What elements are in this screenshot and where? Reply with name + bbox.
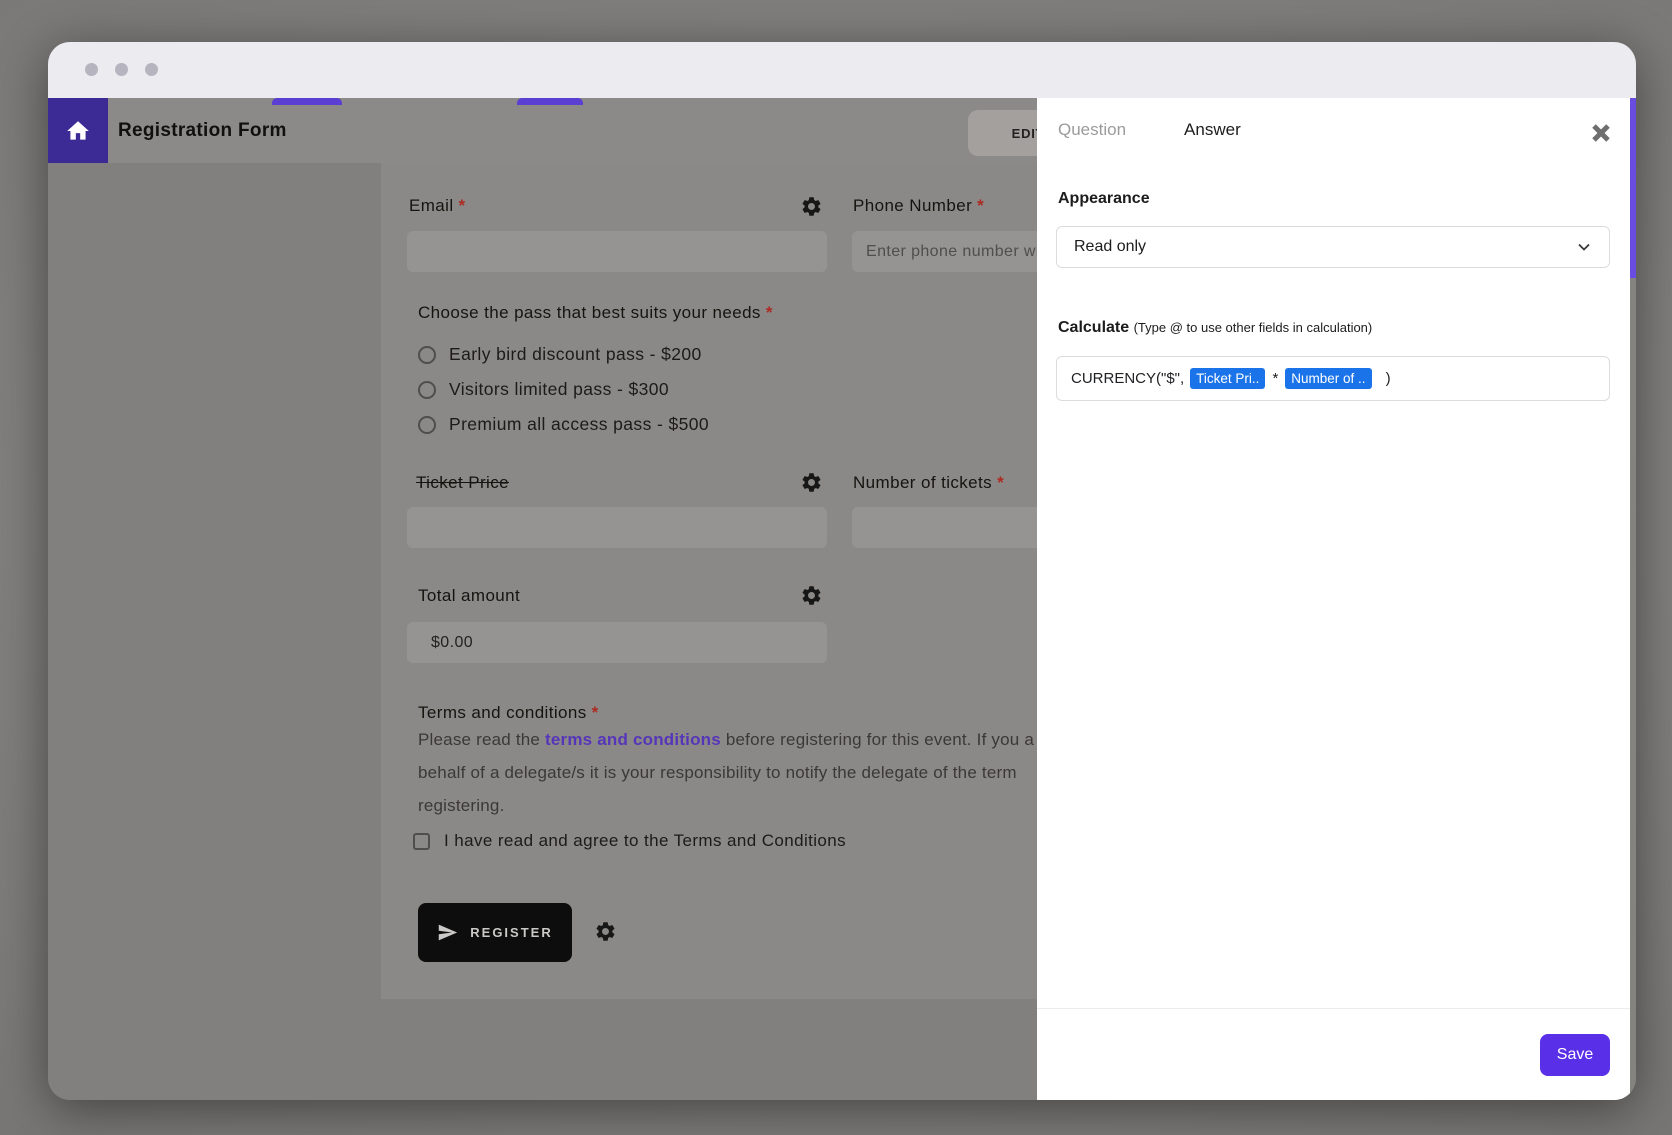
field-settings-panel: Question Answer Appearance Read only Cal… [1037,98,1630,1100]
panel-tabs: Question Answer [1058,120,1241,140]
close-icon [1590,122,1612,144]
terms-line-3: registering. [418,789,1034,822]
appearance-select[interactable]: Read only [1056,226,1610,268]
calculate-label: Calculate (Type @ to use other fields in… [1058,319,1372,337]
gear-icon [800,471,823,494]
screenshot-stage: Registration Form EDIT Email* Phone Numb… [0,0,1672,1135]
page-edge-strip [1630,98,1636,1100]
radio-icon[interactable] [418,346,436,364]
radio-visitors-limited[interactable]: Visitors limited pass - $300 [418,379,669,400]
decor-purple-edge [1630,98,1636,278]
required-asterisk: * [977,196,984,215]
gear-icon [800,195,823,218]
terms-line-2: behalf of a delegate/s it is your respon… [418,756,1034,789]
home-icon [65,118,91,144]
decor-purple-sliver [272,98,342,105]
required-asterisk: * [592,703,599,722]
panel-footer: Save [1037,1008,1630,1100]
ticket-price-settings-gear[interactable] [800,471,823,494]
required-asterisk: * [459,196,466,215]
appearance-label: Appearance [1058,190,1150,208]
ticket-price-label: Ticket Price [416,473,509,493]
register-button[interactable]: REGISTER [418,903,572,962]
radio-premium-all-access[interactable]: Premium all access pass - $500 [418,414,709,435]
window-control-dots [85,63,158,76]
register-settings-gear[interactable] [594,920,617,943]
window-dot [145,63,158,76]
terms-link[interactable]: terms and conditions [545,730,721,749]
browser-window: Registration Form EDIT Email* Phone Numb… [48,42,1636,1100]
tab-question[interactable]: Question [1058,120,1126,140]
radio-early-bird[interactable]: Early bird discount pass - $200 [418,344,702,365]
formula-prefix: CURRENCY("$", [1071,370,1184,387]
home-button[interactable] [48,98,108,163]
pass-group-label: Choose the pass that best suits your nee… [418,303,773,323]
save-button[interactable]: Save [1540,1034,1610,1076]
gear-icon [594,920,617,943]
window-dot [85,63,98,76]
radio-icon[interactable] [418,381,436,399]
calculate-formula-input[interactable]: CURRENCY("$", Ticket Pri.. * Number of ..) [1056,356,1610,401]
email-settings-gear[interactable] [800,195,823,218]
email-input[interactable] [407,231,827,272]
radio-icon[interactable] [418,416,436,434]
window-dot [115,63,128,76]
phone-label: Phone Number* [853,196,984,216]
terms-agree-checkbox-row[interactable]: I have read and agree to the Terms and C… [413,831,846,851]
tab-answer[interactable]: Answer [1184,120,1241,140]
total-amount-settings-gear[interactable] [800,584,823,607]
close-panel-button[interactable] [1590,122,1612,144]
send-icon [437,922,458,943]
terms-line-1: Please read the terms and conditions bef… [418,723,1034,756]
registration-form-card: Email* Phone Number* Choose the pass tha… [381,163,1141,999]
chevron-down-icon [1576,239,1592,255]
gear-icon [800,584,823,607]
email-label: Email* [409,196,466,216]
num-tickets-label: Number of tickets* [853,473,1004,493]
formula-field-chip-num-tickets[interactable]: Number of .. [1285,368,1371,389]
required-asterisk: * [766,303,773,322]
terms-label: Terms and conditions* [418,703,599,723]
calculate-hint: (Type @ to use other fields in calculati… [1134,320,1373,335]
required-asterisk: * [997,473,1004,492]
total-amount-label: Total amount [418,586,520,606]
appearance-selected-value: Read only [1074,238,1576,256]
browser-chrome-bar [48,42,1636,98]
formula-suffix: ) [1386,370,1391,387]
page-title: Registration Form [118,98,287,163]
decor-purple-sliver [517,98,583,105]
formula-field-chip-ticket-price[interactable]: Ticket Pri.. [1190,368,1265,389]
ticket-price-input[interactable] [407,507,827,548]
formula-operator: * [1272,370,1278,387]
terms-paragraph: Please read the terms and conditions bef… [418,723,1034,822]
checkbox-icon[interactable] [413,833,430,850]
total-amount-input[interactable]: $0.00 [407,622,827,663]
